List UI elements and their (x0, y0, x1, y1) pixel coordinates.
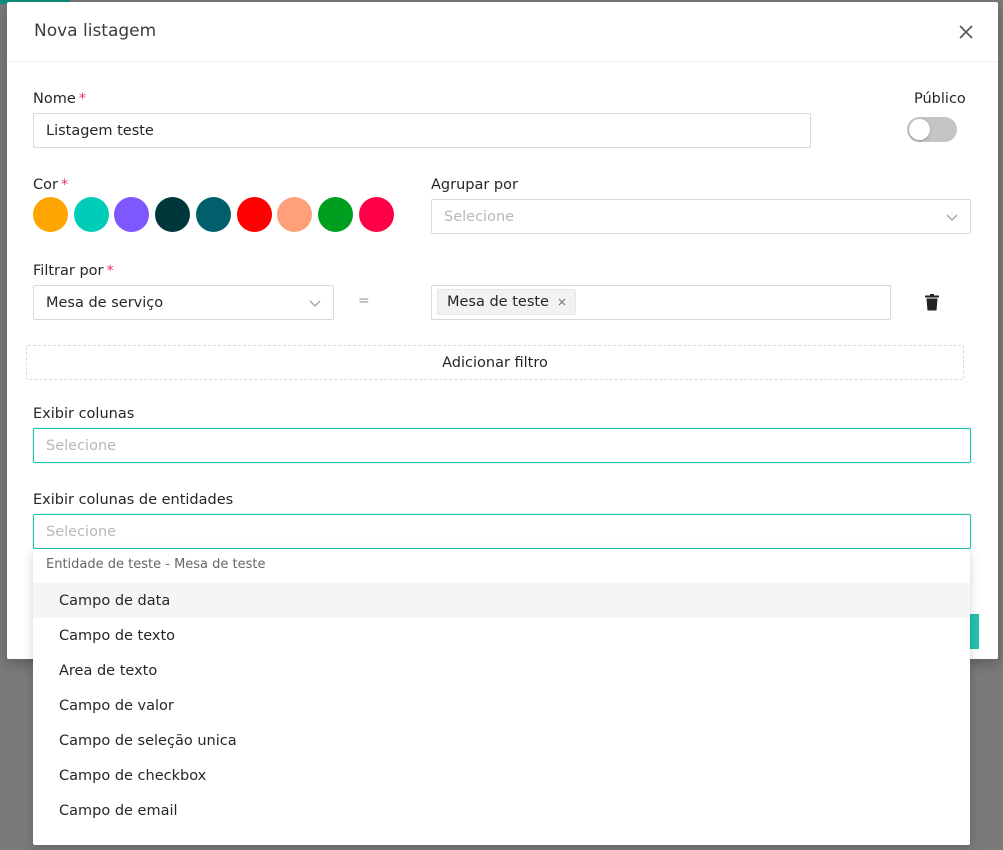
chevron-down-icon (309, 300, 321, 307)
modal-header: Nova listagem (7, 2, 998, 62)
color-swatch[interactable] (155, 197, 191, 232)
dropdown-option[interactable]: Campo de seleção unica (33, 723, 970, 758)
close-button[interactable] (954, 20, 978, 44)
modal-title: Nova listagem (34, 21, 157, 41)
public-label: Público (914, 91, 966, 107)
dropdown-option[interactable]: Campo de checkbox (33, 758, 970, 793)
columns-placeholder: Selecione (46, 437, 117, 454)
dropdown-option[interactable]: Campo de texto (33, 618, 970, 653)
name-input[interactable]: Listagem teste (33, 113, 811, 148)
name-label: Nome * (33, 91, 87, 107)
group-by-placeholder: Selecione (444, 208, 515, 225)
required-mark: * (106, 263, 114, 279)
columns-label: Exibir colunas (33, 406, 135, 422)
dropdown-option[interactable]: Campo de data (33, 583, 970, 618)
color-swatch[interactable] (317, 197, 353, 232)
filter-value-tag: Mesa de teste (437, 289, 576, 315)
trash-icon[interactable] (925, 294, 939, 311)
dropdown-option[interactable]: Campo de email (33, 793, 970, 828)
toggle-knob (909, 119, 930, 140)
filter-field-select[interactable]: Mesa de serviço (33, 285, 334, 320)
entity-columns-select[interactable]: Selecione (33, 514, 971, 549)
color-swatch[interactable] (277, 197, 313, 232)
entity-columns-dropdown: Entidade de teste - Mesa de teste Campo … (33, 549, 970, 845)
entity-columns-label: Exibir colunas de entidades (33, 492, 234, 508)
close-icon[interactable] (557, 297, 567, 307)
dropdown-group-title: Entidade de teste - Mesa de teste (46, 557, 266, 572)
required-mark: * (78, 91, 87, 107)
group-by-label: Agrupar por (431, 177, 518, 193)
public-toggle[interactable] (907, 117, 957, 142)
color-label: Cor * (33, 177, 69, 193)
dropdown-option[interactable]: Campo de valor (33, 688, 970, 723)
close-icon (959, 25, 973, 39)
color-swatch[interactable] (195, 197, 231, 232)
required-mark: * (60, 177, 69, 193)
columns-select[interactable]: Selecione (33, 428, 971, 463)
color-swatch[interactable] (73, 197, 109, 232)
color-swatch[interactable] (236, 197, 272, 232)
color-swatch[interactable] (358, 197, 394, 232)
filter-operator: = (358, 293, 370, 309)
chevron-down-icon (946, 214, 958, 221)
entity-columns-placeholder: Selecione (46, 523, 117, 540)
dropdown-option[interactable]: Area de texto (33, 653, 970, 688)
color-swatch[interactable] (33, 197, 68, 232)
add-filter-label: Adicionar filtro (442, 354, 548, 371)
name-input-value: Listagem teste (46, 122, 154, 139)
filter-field-value: Mesa de serviço (46, 294, 164, 311)
filter-value-tag-label: Mesa de teste (447, 294, 549, 310)
group-by-select[interactable]: Selecione (431, 199, 971, 234)
add-filter-button[interactable]: Adicionar filtro (26, 345, 964, 380)
filter-label: Filtrar por * (33, 263, 114, 279)
